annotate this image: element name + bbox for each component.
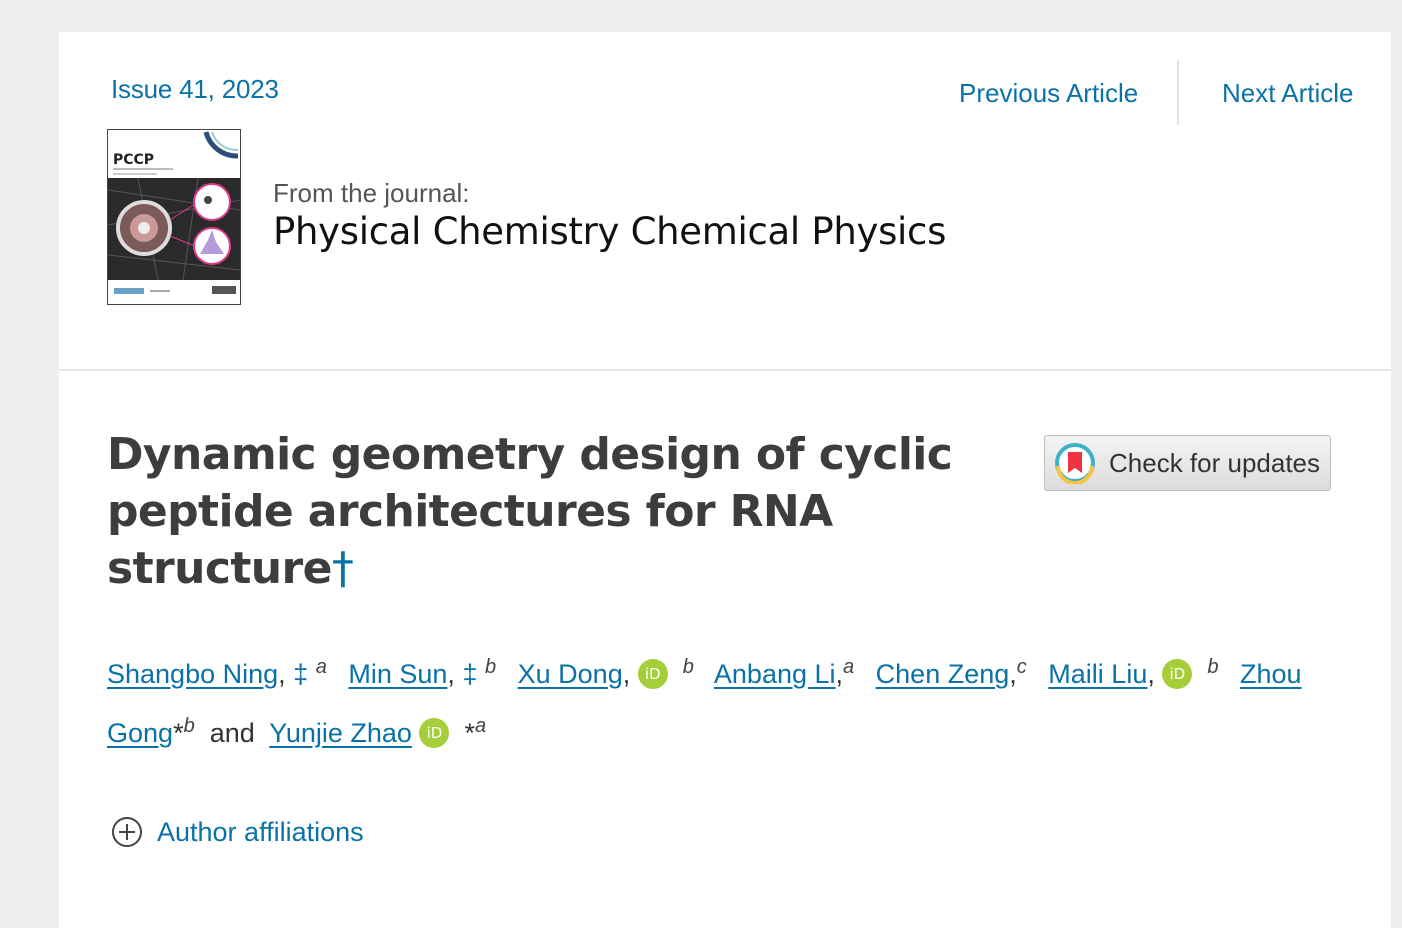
author-link[interactable]: Chen Zeng [876, 659, 1010, 689]
affiliation-sup: b [183, 715, 195, 737]
author-link[interactable]: Shangbo Ning [107, 659, 278, 689]
affiliation-sup: a [315, 656, 327, 678]
author-note-mark: ‡ [293, 659, 309, 689]
from-journal-label: From the journal: [273, 178, 470, 208]
cover-art: PCCP [108, 130, 240, 304]
affiliation-sup: b [1207, 656, 1219, 678]
previous-article-link[interactable]: Previous Article [959, 78, 1138, 109]
journal-name-link[interactable]: Physical Chemistry Chemical Physics [273, 210, 946, 253]
nav-divider [1177, 60, 1179, 125]
title-footnote-link[interactable]: † [332, 543, 354, 594]
orcid-icon[interactable]: iD [419, 717, 450, 748]
author-note-mark: ‡ [462, 659, 478, 689]
affiliation-sup: a [843, 656, 855, 678]
plus-circle-icon [112, 817, 142, 847]
author-link[interactable]: Maili Liu [1048, 659, 1147, 689]
author-affiliations-label: Author affiliations [157, 816, 364, 847]
author-link[interactable]: Min Sun [348, 659, 447, 689]
next-article-link[interactable]: Next Article [1222, 78, 1354, 109]
journal-cover-image[interactable]: PCCP [107, 129, 241, 305]
issue-link[interactable]: Issue 41, 2023 [111, 74, 279, 105]
affiliation-sup: b [485, 656, 497, 678]
article-card: Issue 41, 2023 Previous Article Next Art… [59, 32, 1391, 928]
affiliation-sup: c [1016, 656, 1027, 678]
check-for-updates-label: Check for updates [1109, 447, 1321, 478]
check-for-updates-button[interactable]: Check for updates [1044, 435, 1331, 491]
article-title: Dynamic geometry design of cyclic peptid… [107, 426, 967, 597]
orcid-icon[interactable]: iD [637, 658, 668, 689]
author-affiliations-toggle[interactable]: Author affiliations [111, 816, 364, 848]
author-link[interactable]: Anbang Li [714, 659, 836, 689]
author-list: Shangbo Ning, ‡ a Min Sun, ‡ b Xu Dong, … [107, 656, 1302, 748]
author-link[interactable]: Yunjie Zhao [269, 718, 412, 748]
journal-header: Issue 41, 2023 Previous Article Next Art… [59, 32, 1391, 370]
cover-title: PCCP [113, 152, 154, 168]
author-link[interactable]: Xu Dong [518, 659, 623, 689]
author-note-mark: * [173, 718, 184, 748]
crossmark-icon [1055, 443, 1095, 484]
header-divider [59, 369, 1391, 371]
affiliation-sup: b [682, 656, 694, 678]
authors-conjunction: and [209, 718, 255, 748]
affiliation-sup: a [474, 715, 487, 737]
orcid-icon[interactable]: iD [1162, 658, 1193, 689]
article-title-text: Dynamic geometry design of cyclic peptid… [107, 429, 953, 594]
author-note-mark: * [464, 718, 475, 748]
